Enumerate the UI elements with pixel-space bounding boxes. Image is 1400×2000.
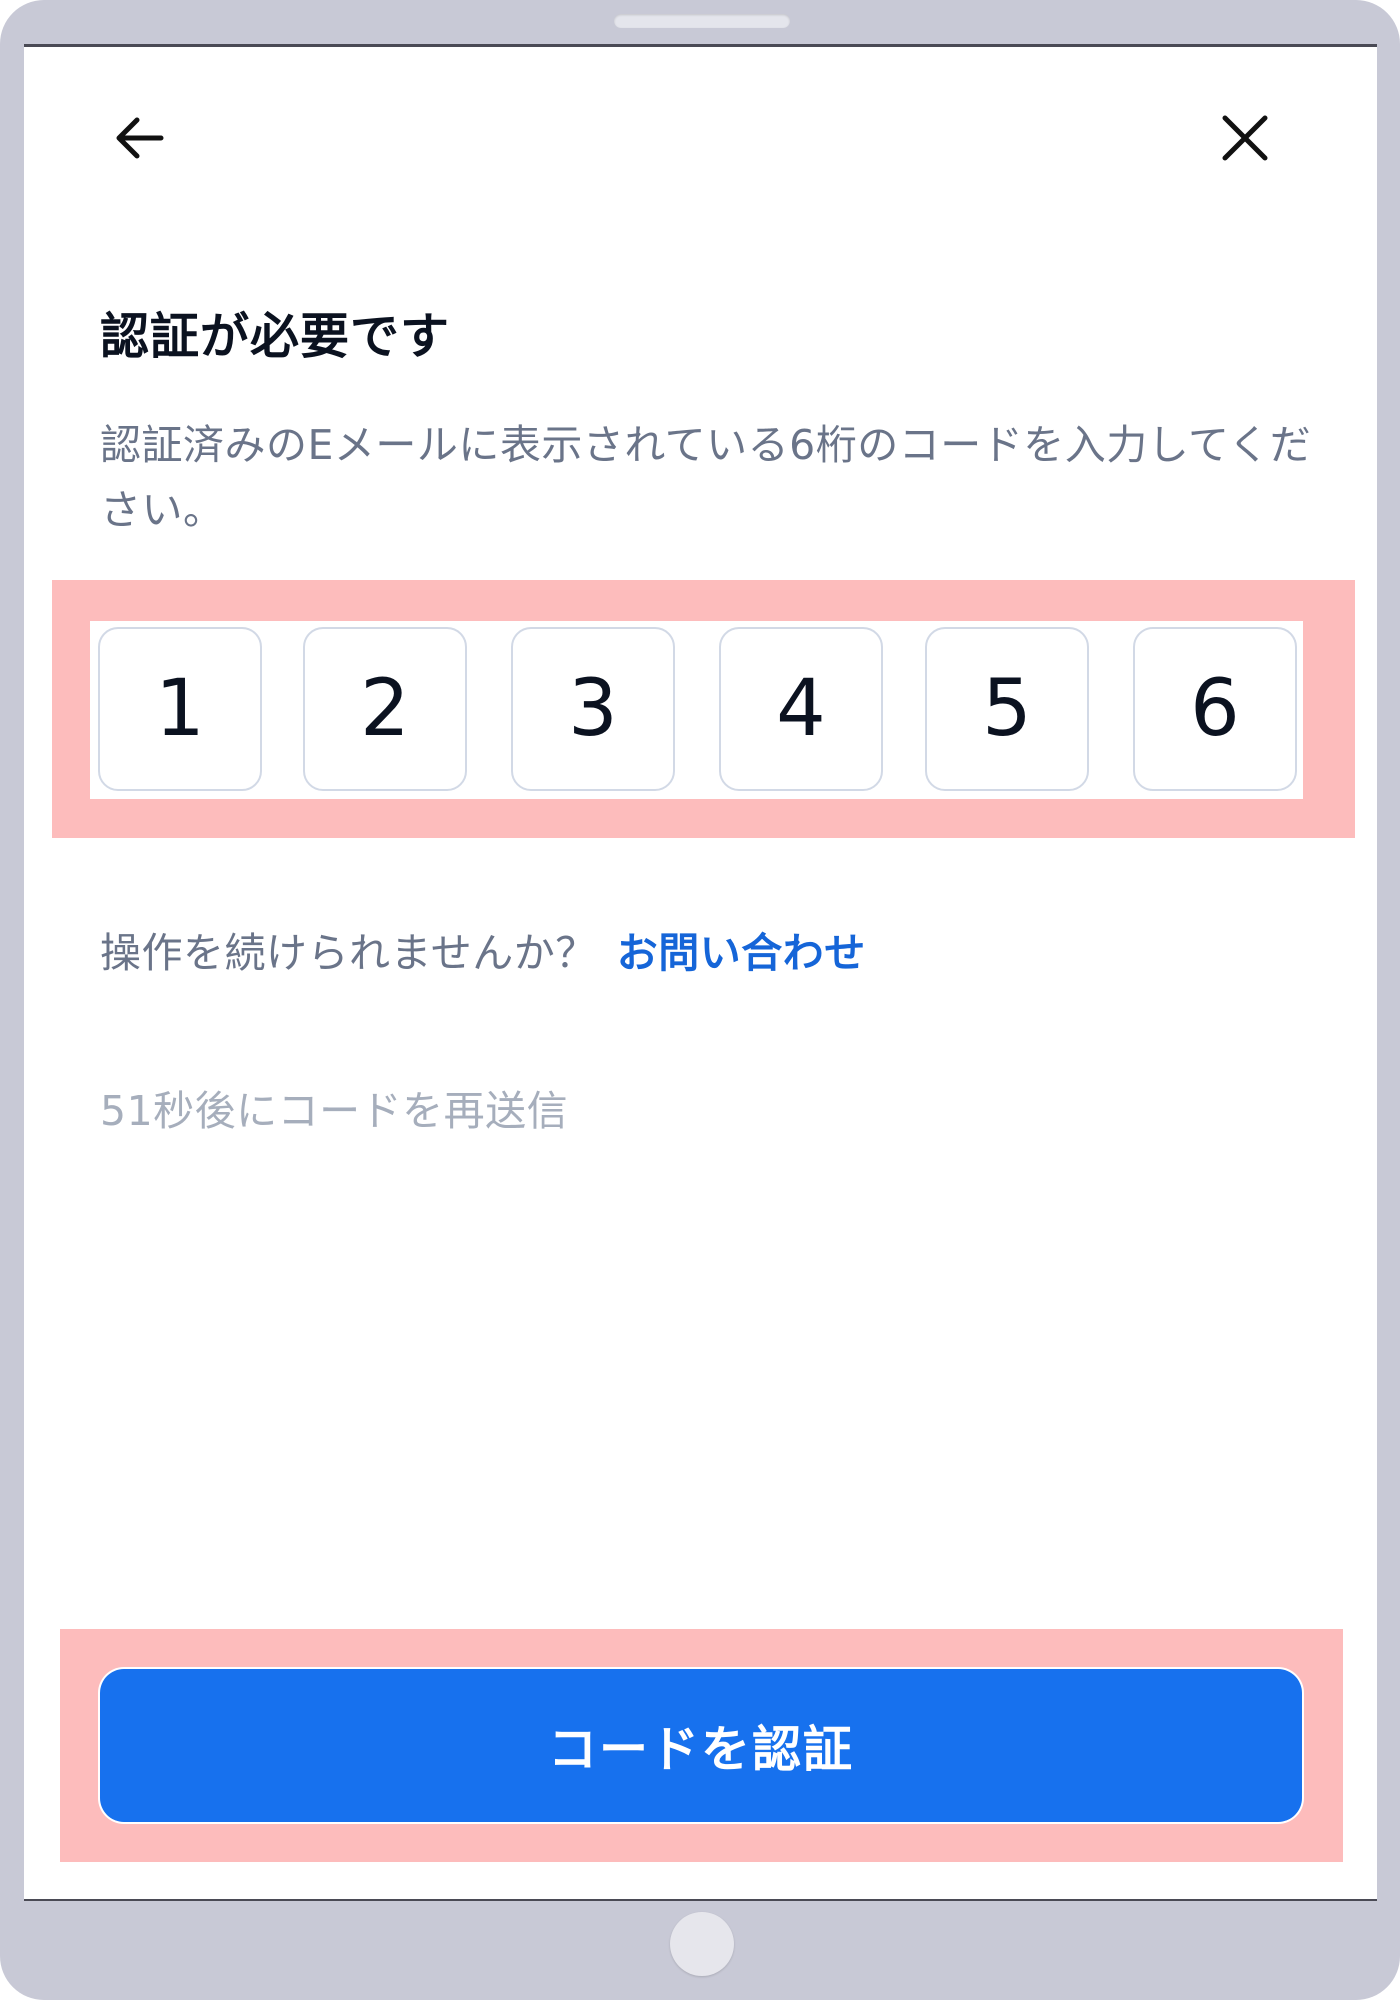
contact-link[interactable]: お問い合わせ (617, 929, 866, 977)
close-button[interactable] (1200, 93, 1290, 183)
code-digit-2-input[interactable]: 2 (303, 627, 467, 791)
help-question-text: 操作を続けられませんか？ (100, 929, 597, 977)
device-speaker (614, 14, 790, 28)
code-digit-3-input[interactable]: 3 (511, 627, 675, 791)
resend-countdown-text: 51秒後にコードを再送信 (100, 1087, 569, 1135)
verification-screen: 認証が必要です 認証済みのEメールに表示されている6桁のコードを入力してください… (24, 44, 1377, 1901)
back-button[interactable] (94, 93, 184, 183)
page-title: 認証が必要です (100, 308, 451, 365)
arrow-left-icon (116, 117, 164, 159)
help-line: 操作を続けられませんか？ お問い合わせ (100, 919, 866, 979)
code-digit-6-input[interactable]: 6 (1133, 627, 1297, 791)
code-digit-1-input[interactable]: 1 (98, 627, 262, 791)
code-digit-5-input[interactable]: 5 (925, 627, 1089, 791)
close-icon (1222, 115, 1268, 161)
device-home-button[interactable] (670, 1912, 734, 1976)
instruction-text: 認証済みのEメールに表示されている6桁のコードを入力してください。 (100, 421, 1312, 534)
code-digit-4-input[interactable]: 4 (719, 627, 883, 791)
code-input-group: 1 2 3 4 5 6 (90, 621, 1303, 799)
verify-code-button[interactable]: コードを認証 (100, 1669, 1302, 1822)
tablet-frame: 認証が必要です 認証済みのEメールに表示されている6桁のコードを入力してください… (0, 0, 1400, 2000)
